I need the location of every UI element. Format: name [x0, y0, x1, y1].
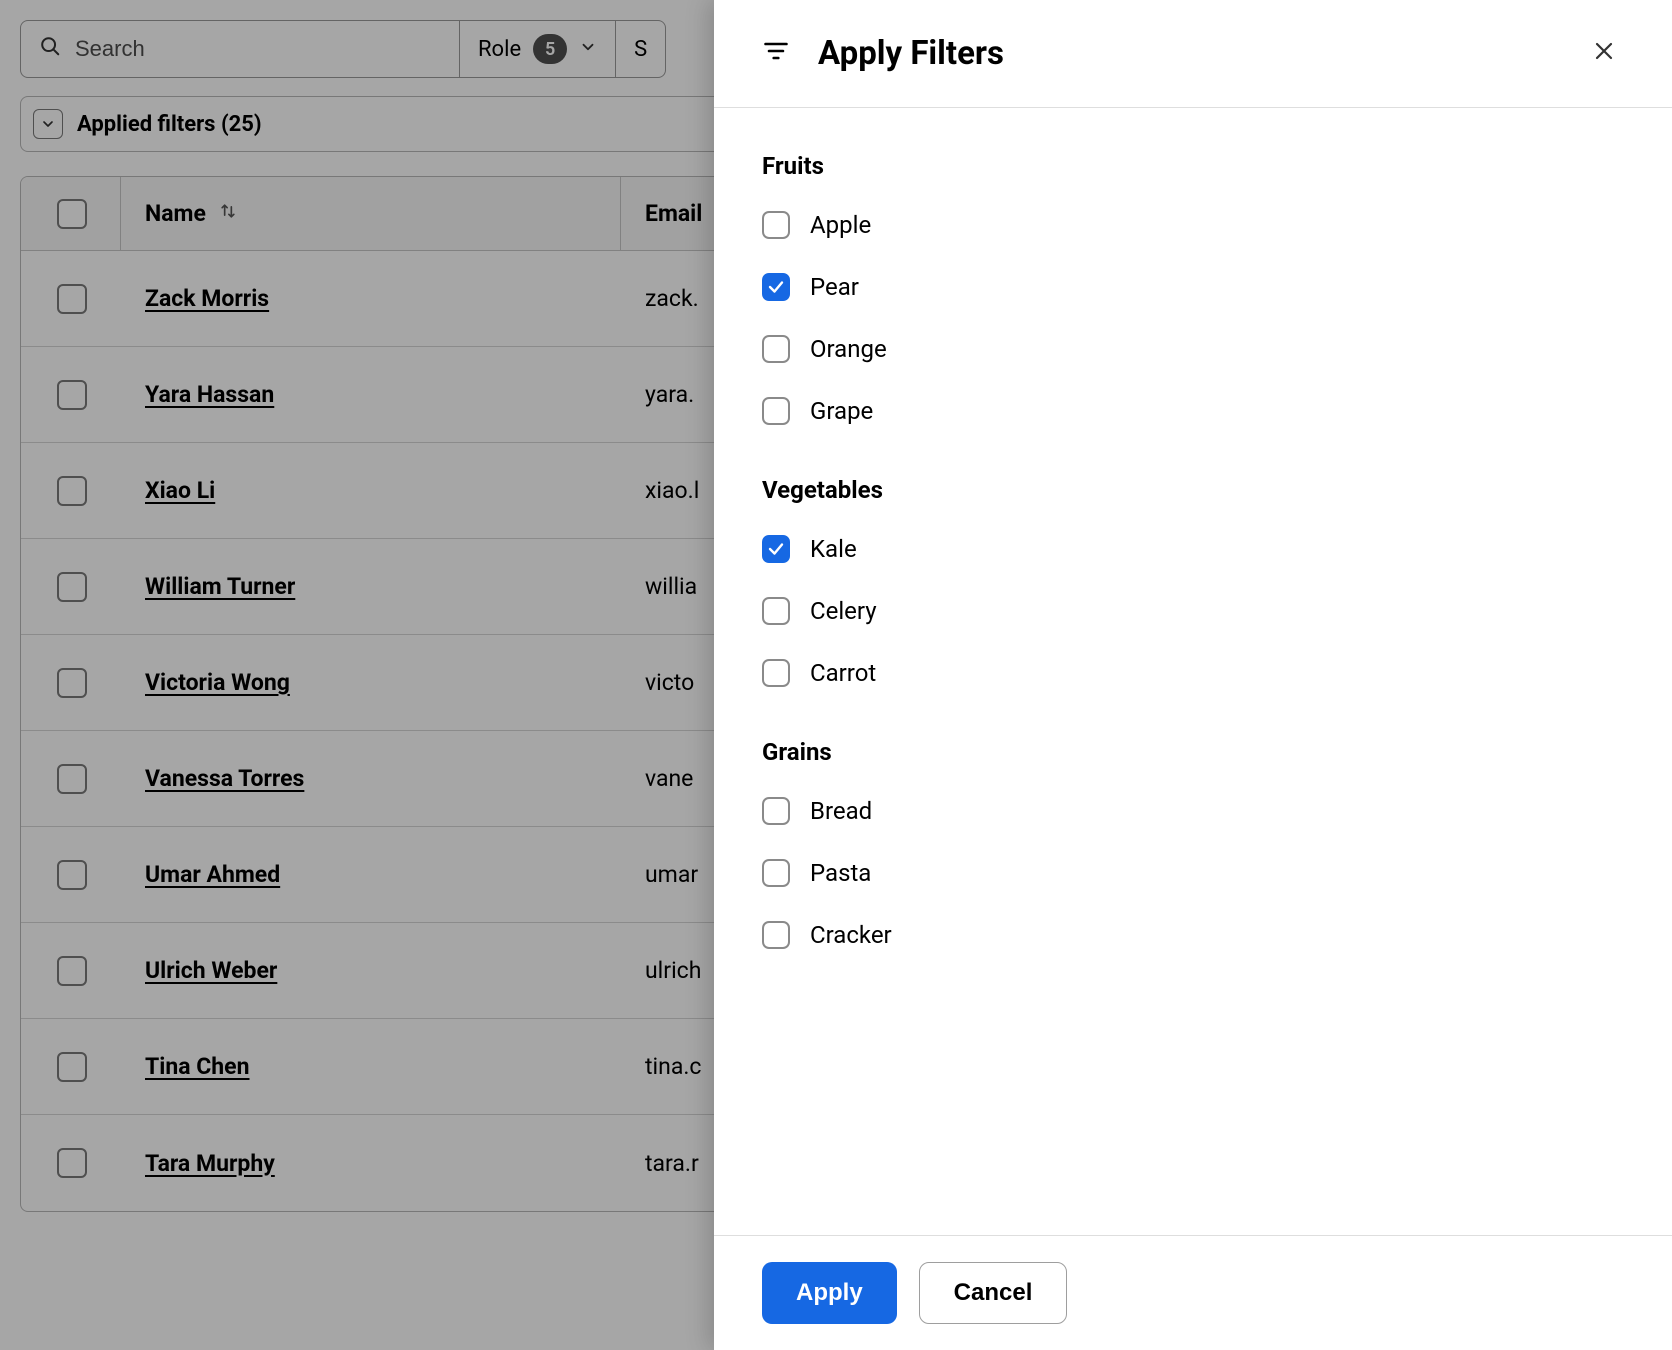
filter-icon — [762, 37, 790, 71]
drawer-body: Fruits Apple Pear Orange Grape Vegetables Kale… — [714, 108, 1672, 1235]
checkbox[interactable] — [762, 597, 790, 625]
checkbox[interactable] — [762, 921, 790, 949]
checkbox[interactable] — [762, 211, 790, 239]
checkbox[interactable] — [762, 397, 790, 425]
checkbox[interactable] — [762, 273, 790, 301]
checkbox[interactable] — [762, 659, 790, 687]
filter-group: Vegetables Kale Celery Carrot — [762, 476, 1624, 698]
filter-option-label: Pasta — [810, 859, 871, 887]
filter-option[interactable]: Bread — [762, 786, 1624, 836]
filter-option-label: Carrot — [810, 659, 876, 687]
filter-option-label: Pear — [810, 273, 859, 301]
filter-option-label: Apple — [810, 211, 871, 239]
drawer-footer: Apply Cancel — [714, 1235, 1672, 1350]
filter-option[interactable]: Pasta — [762, 848, 1624, 898]
checkbox[interactable] — [762, 797, 790, 825]
filter-option[interactable]: Cracker — [762, 910, 1624, 960]
apply-button[interactable]: Apply — [762, 1262, 897, 1324]
checkbox[interactable] — [762, 859, 790, 887]
filter-group: Grains Bread Pasta Cracker — [762, 738, 1624, 960]
filter-option-label: Kale — [810, 535, 857, 563]
close-icon — [1592, 39, 1616, 69]
filter-option[interactable]: Pear — [762, 262, 1624, 312]
filter-option[interactable]: Grape — [762, 386, 1624, 436]
drawer-title: Apply Filters — [818, 34, 1584, 73]
filter-option[interactable]: Apple — [762, 200, 1624, 250]
filter-option-label: Orange — [810, 335, 887, 363]
filter-option[interactable]: Kale — [762, 524, 1624, 574]
filter-group-title: Fruits — [762, 152, 1624, 180]
checkbox[interactable] — [762, 335, 790, 363]
filter-option[interactable]: Celery — [762, 586, 1624, 636]
filter-group-title: Vegetables — [762, 476, 1624, 504]
checkbox[interactable] — [762, 535, 790, 563]
cancel-button[interactable]: Cancel — [919, 1262, 1068, 1324]
filter-group-title: Grains — [762, 738, 1624, 766]
filter-option[interactable]: Orange — [762, 324, 1624, 374]
filter-option-label: Grape — [810, 397, 873, 425]
close-button[interactable] — [1584, 34, 1624, 74]
filter-option-label: Cracker — [810, 921, 892, 949]
filter-option-label: Celery — [810, 597, 877, 625]
drawer-header: Apply Filters — [714, 0, 1672, 108]
filter-option[interactable]: Carrot — [762, 648, 1624, 698]
filter-group: Fruits Apple Pear Orange Grape — [762, 152, 1624, 436]
filters-drawer: Apply Filters Fruits Apple Pear Orange Grape… — [714, 0, 1672, 1350]
filter-option-label: Bread — [810, 797, 872, 825]
